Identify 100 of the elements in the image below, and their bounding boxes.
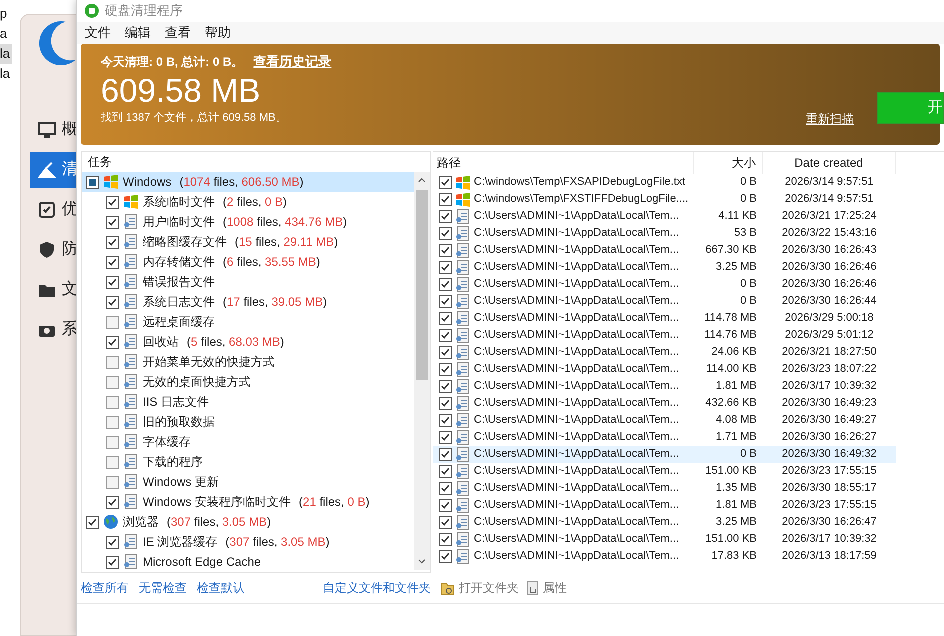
menu-item[interactable]: 编辑	[125, 23, 151, 43]
file-icon	[455, 412, 471, 428]
file-date: 2026/3/22 15:43:16	[781, 226, 878, 242]
file-size: 667.30 KB	[704, 243, 758, 258]
checkbox[interactable]	[439, 363, 452, 376]
rescan-link[interactable]: 重新扫描	[806, 110, 854, 128]
checkbox[interactable]	[439, 278, 452, 291]
file-icon	[455, 310, 471, 326]
file-date: 2026/3/29 5:00:18	[784, 311, 875, 326]
check-link[interactable]: 无需检查	[139, 579, 187, 597]
checkbox[interactable]	[106, 356, 119, 368]
found-text: 找到 1387 个文件，总计 609.58 MB。	[101, 110, 287, 126]
checkbox[interactable]	[106, 536, 119, 548]
checkbox[interactable]	[439, 516, 452, 529]
checkbox[interactable]	[106, 196, 119, 208]
checkbox[interactable]	[106, 236, 119, 248]
file-date: 2026/3/13 18:17:59	[781, 549, 878, 564]
open-folder-button[interactable]: 打开文件夹	[459, 579, 519, 597]
checkbox[interactable]	[439, 397, 452, 410]
file-size: 432.66 KB	[704, 396, 758, 412]
checkbox[interactable]	[439, 329, 452, 342]
task-label: 远程桌面缓存	[143, 314, 215, 331]
menu-item[interactable]: 查看	[165, 23, 191, 43]
file-stats: (1008 files, 434.76 MB)	[223, 214, 348, 231]
task-label: 系统日志文件	[143, 294, 215, 311]
column-header[interactable]: Date created	[763, 152, 896, 174]
menu-item[interactable]: 帮助	[205, 23, 231, 43]
checkbox[interactable]	[439, 414, 452, 427]
checkbox[interactable]	[106, 256, 119, 268]
checkbox[interactable]	[439, 295, 452, 308]
file-icon	[455, 242, 471, 258]
checkbox[interactable]	[106, 336, 119, 348]
windows-flag-icon	[103, 174, 119, 190]
checkbox[interactable]	[106, 496, 119, 508]
file-size: 151.00 KB	[704, 464, 758, 480]
checkbox[interactable]	[439, 499, 452, 512]
checkbox[interactable]	[106, 376, 119, 388]
file-icon	[455, 430, 471, 446]
checkbox[interactable]	[106, 556, 119, 568]
checkbox[interactable]	[439, 465, 452, 478]
checkbox[interactable]	[439, 482, 452, 495]
file-date: 2026/3/21 17:25:24	[781, 209, 878, 224]
file-size: 0 B	[739, 447, 758, 462]
task-label: 用户临时文件	[143, 214, 215, 231]
file-path: C:\windows\Temp\FXSTIFFDebugLogFile....	[474, 192, 689, 208]
checkbox[interactable]	[106, 456, 119, 468]
custom-files-link[interactable]: 自定义文件和文件夹	[323, 579, 431, 597]
checkbox[interactable]	[106, 436, 119, 448]
checkbox[interactable]	[439, 533, 452, 546]
checkbox[interactable]	[439, 346, 452, 359]
menu-item[interactable]: 文件	[85, 23, 111, 43]
history-link[interactable]: 查看历史记录	[254, 52, 332, 72]
column-header[interactable]: 路径	[433, 152, 694, 174]
checkbox[interactable]	[106, 396, 119, 408]
checkbox[interactable]	[106, 296, 119, 308]
checkbox[interactable]	[86, 176, 99, 188]
checkbox[interactable]	[439, 431, 452, 444]
checkbox[interactable]	[439, 380, 452, 393]
checkbox[interactable]	[106, 316, 119, 328]
checkbox[interactable]	[439, 227, 452, 240]
checkbox[interactable]	[439, 193, 452, 206]
checkbox[interactable]	[106, 216, 119, 228]
file-size: 114.78 MB	[704, 311, 758, 326]
checkbox[interactable]	[439, 261, 452, 274]
check-link[interactable]: 检查默认	[197, 579, 245, 597]
column-header[interactable]: 大小	[694, 152, 763, 174]
sidebar-item[interactable]: 系	[30, 312, 80, 348]
file-size: 53 B	[733, 226, 758, 242]
checkbox[interactable]	[106, 476, 119, 488]
scrollbar[interactable]	[414, 172, 430, 570]
task-label: 系统临时文件	[143, 194, 215, 211]
checkbox[interactable]	[106, 276, 119, 288]
file-icon	[455, 378, 471, 394]
checkbox[interactable]	[439, 244, 452, 257]
file-date: 2026/3/30 16:49:32	[781, 447, 878, 462]
sidebar-item[interactable]: 防	[30, 232, 80, 268]
sidebar-item[interactable]: 文	[30, 272, 80, 308]
checkbox[interactable]	[439, 210, 452, 223]
file-path: C:\Users\ADMINI~1\AppData\Local\Tem...	[474, 311, 680, 326]
file-icon	[123, 474, 139, 490]
checkbox[interactable]	[106, 416, 119, 428]
file-path: C:\Users\ADMINI~1\AppData\Local\Tem...	[474, 362, 680, 378]
file-icon	[455, 548, 471, 564]
checkbox[interactable]	[86, 516, 99, 528]
file-icon	[455, 328, 471, 344]
properties-button[interactable]: 属性	[543, 579, 567, 597]
file-icon	[455, 396, 471, 412]
checkbox[interactable]	[439, 312, 452, 325]
tree-row-selected[interactable]: Windows (1074 files, 606.50 MB)	[82, 172, 414, 192]
check-link[interactable]: 检查所有	[81, 579, 129, 597]
file-icon	[455, 294, 471, 310]
file-path: C:\Users\ADMINI~1\AppData\Local\Tem...	[474, 209, 680, 224]
checkbox[interactable]	[439, 448, 452, 461]
file-date: 2026/3/30 16:49:23	[781, 396, 878, 412]
checkbox[interactable]	[439, 550, 452, 563]
file-size: 17.83 KB	[710, 549, 758, 564]
file-icon	[455, 344, 471, 360]
file-path: C:\Users\ADMINI~1\AppData\Local\Tem...	[474, 379, 680, 394]
checkbox[interactable]	[439, 176, 452, 189]
file-date: 2026/3/30 16:49:27	[781, 413, 878, 428]
